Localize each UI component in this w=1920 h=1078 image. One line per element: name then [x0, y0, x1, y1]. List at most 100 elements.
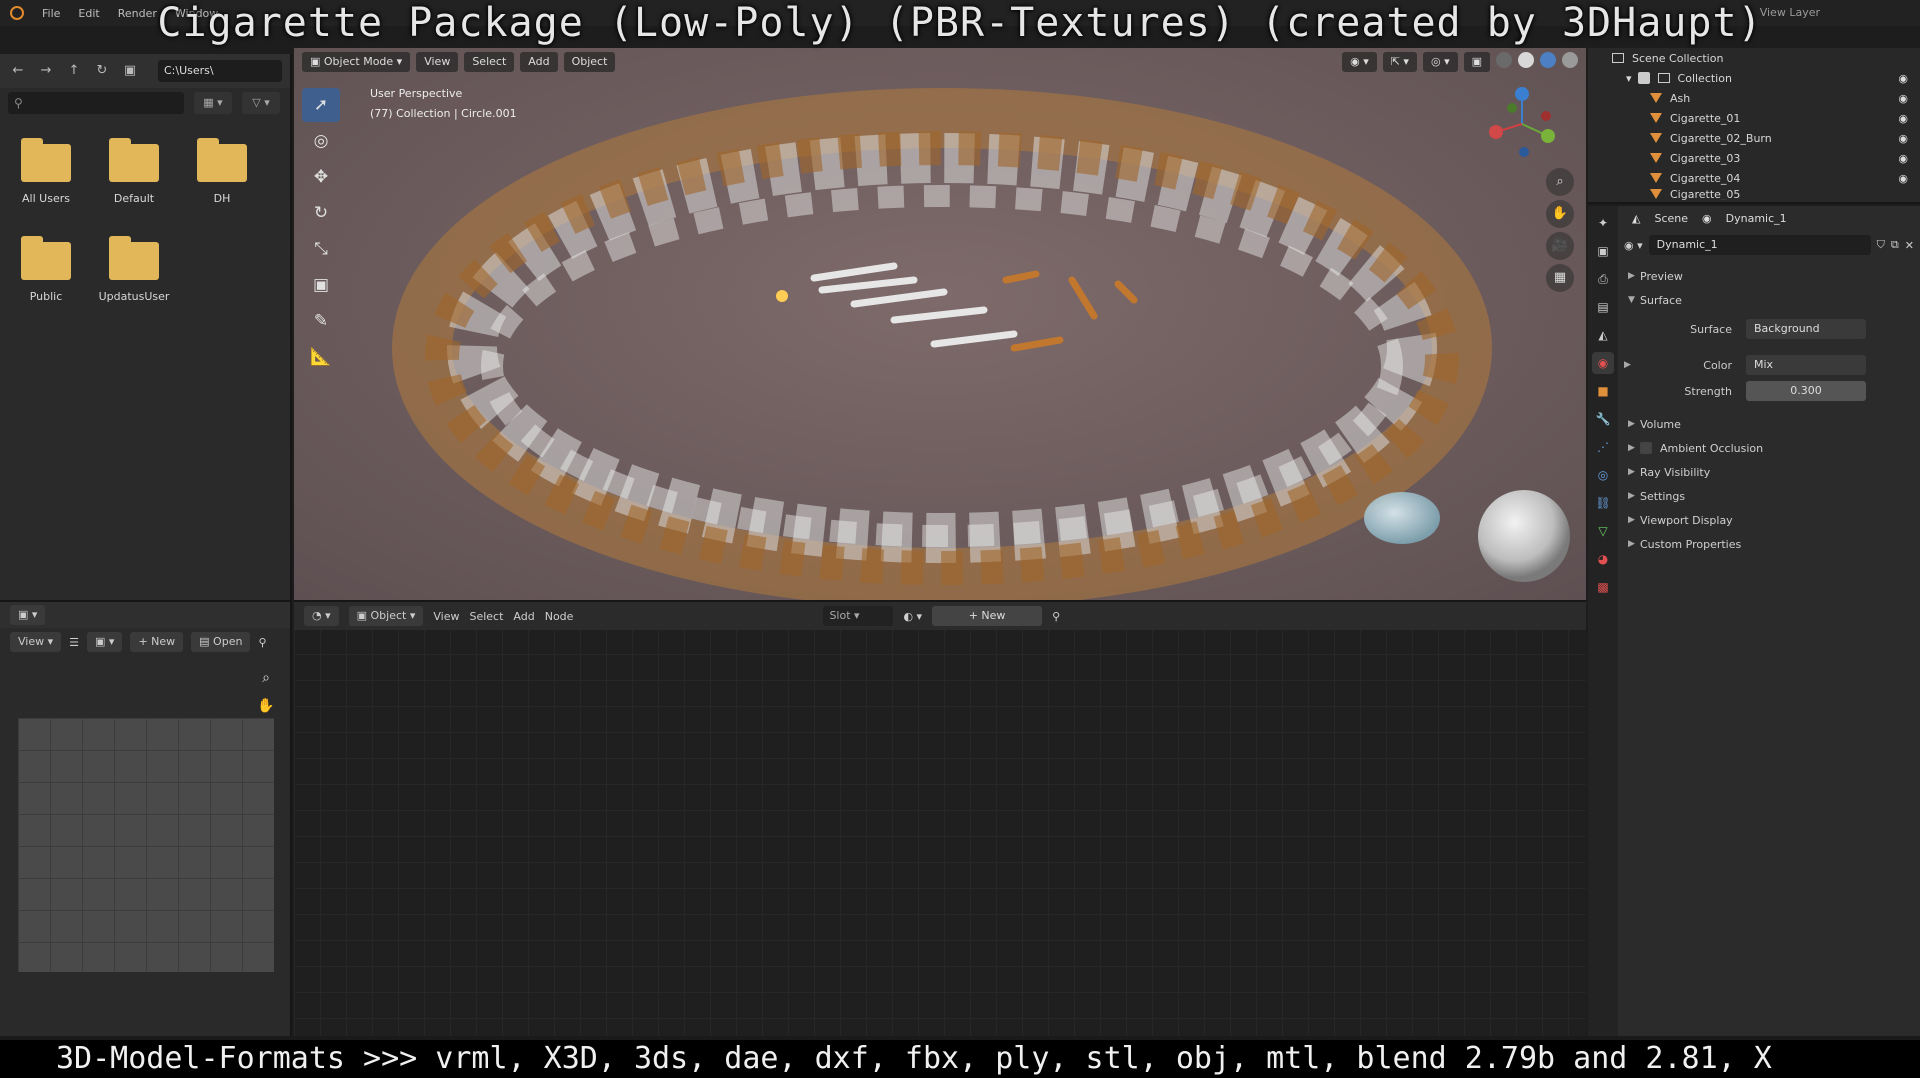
- folder-item[interactable]: Public: [6, 236, 86, 303]
- file-search-input[interactable]: ⚲: [8, 92, 184, 114]
- outliner-scene-collection[interactable]: Scene Collection: [1588, 48, 1920, 68]
- view-menu[interactable]: View ▾: [10, 632, 62, 652]
- parent-directory-icon[interactable]: ↑: [64, 62, 84, 80]
- folder-item[interactable]: Default: [94, 138, 174, 205]
- cursor-tool-icon[interactable]: ◎: [302, 124, 340, 158]
- camera-view-icon[interactable]: 🎥: [1546, 232, 1574, 260]
- settings-panel-header[interactable]: ▶ Settings: [1618, 484, 1920, 508]
- image-browse-button[interactable]: ▣ ▾: [87, 632, 123, 652]
- material-tab-icon[interactable]: ◕: [1592, 548, 1614, 570]
- world-browse-icon[interactable]: ◉ ▾: [1624, 239, 1643, 252]
- particles-tab-icon[interactable]: ⋰: [1592, 436, 1614, 458]
- material-browse-icon[interactable]: ◐ ▾: [903, 610, 922, 623]
- object-mode-dropdown[interactable]: ▣ Object Mode ▾: [302, 52, 411, 72]
- strength-number-field[interactable]: 0.300: [1746, 381, 1866, 401]
- world-tab-icon[interactable]: ◉: [1592, 352, 1614, 374]
- outliner-object[interactable]: Cigarette_03 ◉: [1588, 148, 1920, 168]
- constraints-tab-icon[interactable]: ⛓: [1592, 492, 1614, 514]
- refresh-icon[interactable]: ↻: [92, 62, 112, 80]
- ortho-grid-icon[interactable]: ▦: [1546, 264, 1574, 292]
- node-menu-add[interactable]: Add: [513, 610, 534, 623]
- outliner-collection[interactable]: ▾ Collection ◉: [1588, 68, 1920, 88]
- volume-panel-header[interactable]: ▶ Volume: [1618, 412, 1920, 436]
- outliner-object[interactable]: Cigarette_05: [1588, 188, 1920, 200]
- display-mode-button[interactable]: ▦ ▾: [194, 92, 232, 114]
- outliner-object[interactable]: Cigarette_01 ◉: [1588, 108, 1920, 128]
- eye-icon[interactable]: ◉: [1898, 92, 1908, 105]
- duplicate-icon[interactable]: ⧉: [1891, 238, 1899, 252]
- viewport-display-panel-header[interactable]: ▶ Viewport Display: [1618, 508, 1920, 532]
- ambient-occlusion-checkbox[interactable]: [1640, 442, 1652, 454]
- slot-dropdown[interactable]: Slot ▾: [823, 606, 894, 626]
- color-input-dropdown[interactable]: Mix: [1746, 355, 1866, 375]
- new-material-button[interactable]: + New: [932, 606, 1043, 626]
- zoom-icon[interactable]: ⌕: [254, 666, 278, 690]
- hand-pan-icon[interactable]: ✋: [254, 694, 278, 718]
- zoom-icon[interactable]: ⌕: [1546, 168, 1574, 196]
- scale-tool-icon[interactable]: ⤡: [302, 232, 340, 266]
- render-tab-icon[interactable]: ▣: [1592, 240, 1614, 262]
- move-tool-icon[interactable]: ✥: [302, 160, 340, 194]
- annotate-tool-icon[interactable]: ✎: [302, 304, 340, 338]
- scene-label[interactable]: Scene: [1654, 212, 1688, 225]
- back-arrow-icon[interactable]: ←: [8, 62, 28, 80]
- color-expand-caret-icon[interactable]: ▶: [1618, 360, 1632, 370]
- node-menu-view[interactable]: View: [433, 610, 459, 623]
- world-label[interactable]: Dynamic_1: [1726, 212, 1787, 225]
- tool-tab-icon[interactable]: ✦: [1592, 212, 1614, 234]
- preview-panel-header[interactable]: ▶ Preview: [1618, 264, 1920, 288]
- viewport-menu-object[interactable]: Object: [563, 52, 616, 72]
- outliner-object[interactable]: Cigarette_04 ◉: [1588, 168, 1920, 188]
- texture-tab-icon[interactable]: ▩: [1592, 576, 1614, 598]
- 3d-viewport[interactable]: ▣ Object Mode ▾ View Select Add Object ◉…: [294, 48, 1586, 600]
- folder-item[interactable]: DH: [182, 138, 262, 205]
- physics-tab-icon[interactable]: ◎: [1592, 464, 1614, 486]
- data-tab-icon[interactable]: ▽: [1592, 520, 1614, 542]
- object-tab-icon[interactable]: ■: [1592, 380, 1614, 402]
- fake-user-icon[interactable]: ⛉: [1877, 238, 1885, 252]
- new-folder-icon[interactable]: ▣: [120, 62, 140, 80]
- uv-grid-preview[interactable]: [18, 718, 274, 972]
- output-tab-icon[interactable]: ⎙: [1592, 268, 1614, 290]
- ray-visibility-panel-header[interactable]: ▶ Ray Visibility: [1618, 460, 1920, 484]
- hamburger-icon[interactable]: ☰: [69, 636, 79, 649]
- visibility-icon[interactable]: ◉ ▾: [1342, 52, 1377, 72]
- outliner-object[interactable]: Cigarette_02_Burn ◉: [1588, 128, 1920, 148]
- expand-caret-icon[interactable]: ▾: [1626, 72, 1632, 85]
- shader-node-editor[interactable]: ◔ ▾ ▣ Object ▾ View Select Add Node Slot…: [294, 600, 1586, 1040]
- node-menu-node[interactable]: Node: [545, 610, 574, 623]
- eye-icon[interactable]: ◉: [1898, 132, 1908, 145]
- close-icon[interactable]: ✕: [1905, 239, 1914, 252]
- pin-icon[interactable]: ⚲: [258, 636, 266, 649]
- viewport-menu-select[interactable]: Select: [464, 52, 515, 72]
- surface-shader-dropdown[interactable]: Background: [1746, 319, 1866, 339]
- solid-shading-icon[interactable]: [1518, 52, 1534, 68]
- xray-toggle-icon[interactable]: ▣: [1463, 52, 1490, 72]
- rotate-tool-icon[interactable]: ↻: [302, 196, 340, 230]
- ambient-occlusion-panel-header[interactable]: ▶ Ambient Occlusion: [1618, 436, 1920, 460]
- hand-pan-icon[interactable]: ✋: [1546, 200, 1574, 228]
- folder-item[interactable]: UpdatusUser: [94, 236, 174, 303]
- open-image-button[interactable]: ▤ Open: [191, 632, 251, 652]
- view-layer-tab-icon[interactable]: ▤: [1592, 296, 1614, 318]
- world-name-field[interactable]: Dynamic_1: [1648, 235, 1871, 255]
- surface-panel-header[interactable]: ▼ Surface: [1618, 288, 1920, 312]
- viewport-menu-add[interactable]: Add: [520, 52, 558, 72]
- measure-tool-icon[interactable]: 📐: [302, 340, 340, 374]
- pin-icon[interactable]: ⚲: [1052, 610, 1060, 623]
- custom-properties-panel-header[interactable]: ▶ Custom Properties: [1618, 532, 1920, 556]
- navigation-gizmo[interactable]: [1482, 84, 1562, 164]
- eye-icon[interactable]: ◉: [1898, 112, 1908, 125]
- editor-type-icon[interactable]: ◔ ▾: [304, 606, 339, 626]
- eye-icon[interactable]: ◉: [1898, 72, 1908, 85]
- select-box-tool-icon[interactable]: ➚: [302, 88, 340, 122]
- shader-type-dropdown[interactable]: ▣ Object ▾: [348, 606, 424, 626]
- rendered-shading-icon[interactable]: [1562, 52, 1578, 68]
- collection-checkbox[interactable]: [1637, 72, 1650, 84]
- scene-tab-icon[interactable]: ◭: [1592, 324, 1614, 346]
- filter-button[interactable]: ▽ ▾: [242, 92, 280, 114]
- new-image-button[interactable]: + New: [130, 632, 184, 652]
- node-menu-select[interactable]: Select: [469, 610, 503, 623]
- overlay-toggle-icon[interactable]: ◎ ▾: [1422, 52, 1458, 72]
- transform-tool-icon[interactable]: ▣: [302, 268, 340, 302]
